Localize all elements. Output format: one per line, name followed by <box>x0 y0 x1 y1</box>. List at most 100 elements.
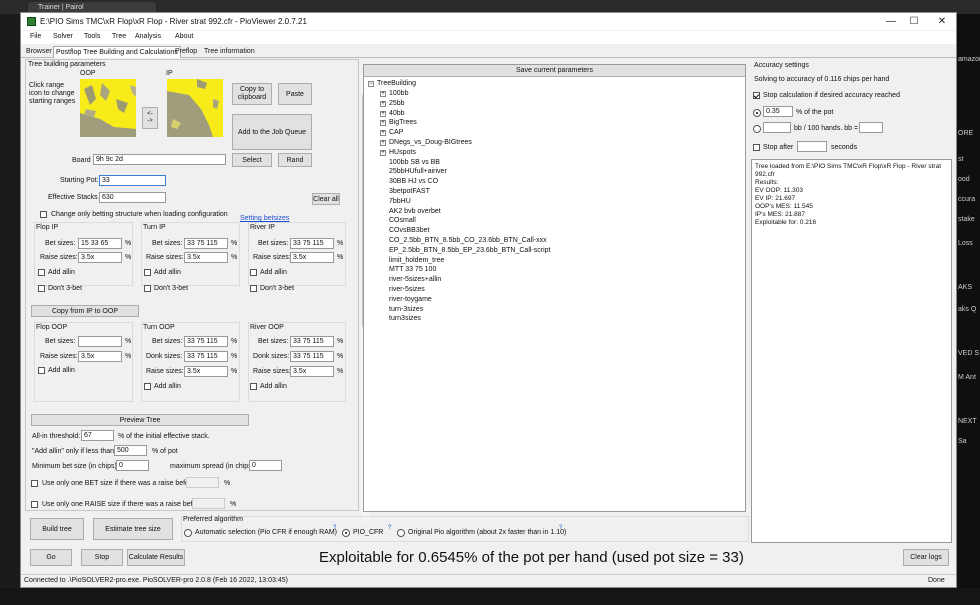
expand-icon[interactable]: + <box>380 120 386 127</box>
tab-tree-information[interactable]: Tree information <box>202 46 257 58</box>
go-button[interactable]: Go <box>30 549 72 566</box>
maximize-button[interactable]: ☐ <box>907 15 921 28</box>
expand-icon[interactable]: + <box>380 100 386 107</box>
turn-oop-raise-input[interactable]: 3.5x <box>184 366 228 377</box>
help-link[interactable]: ? <box>559 525 562 531</box>
tree-file[interactable]: 25bbHUfull+airiver <box>389 168 447 175</box>
flop-ip-raise-input[interactable]: 3.5x <box>78 252 122 263</box>
tab-browser[interactable]: Browser <box>24 46 54 58</box>
bb-value-input[interactable] <box>859 122 883 133</box>
tree-file[interactable]: 7bbHU <box>389 198 411 205</box>
tree-folder[interactable]: 40bb <box>389 110 405 117</box>
pio-cfr-radio[interactable] <box>342 529 350 537</box>
help-link[interactable]: ? <box>388 525 391 531</box>
help-link[interactable]: ? <box>333 525 336 531</box>
river-oop-raise-input[interactable]: 3.5x <box>290 366 334 377</box>
turn-oop-donk-input[interactable]: 33 75 115 <box>184 351 228 362</box>
menu-about[interactable]: About <box>175 33 193 40</box>
change-only-structure-checkbox[interactable] <box>40 211 47 218</box>
tree-file[interactable]: 100bb SB vs BB <box>389 159 440 166</box>
one-bet-size-checkbox[interactable] <box>31 480 38 487</box>
tree-file[interactable]: AK2 bvb overbet <box>389 208 441 215</box>
menu-file[interactable]: File <box>30 33 41 40</box>
expand-icon[interactable]: + <box>380 140 386 146</box>
turn-oop-bet-input[interactable]: 33 75 115 <box>184 336 228 347</box>
auto-selection-radio[interactable] <box>184 529 192 537</box>
build-tree-button[interactable]: Build tree <box>30 518 84 540</box>
bb-100-radio[interactable] <box>753 125 761 133</box>
flop-ip-bet-input[interactable]: 15 33 65 <box>78 238 122 249</box>
turn-ip-bet-input[interactable]: 33 75 115 <box>184 238 228 249</box>
tree-file[interactable]: limit_holdem_tree <box>389 257 444 264</box>
flop-oop-bet-input[interactable] <box>78 336 122 347</box>
tree-file[interactable]: MTT 33 75 100 <box>389 266 436 273</box>
flop-ip-dont-3bet-checkbox[interactable] <box>38 285 45 292</box>
swap-ranges-button[interactable]: <- -> <box>142 107 158 129</box>
tree-folder[interactable]: 100bb <box>389 90 408 97</box>
tree-folder[interactable]: 25bb <box>389 100 405 107</box>
tree-folder[interactable]: BigTrees <box>389 119 417 126</box>
turn-oop-add-allin-checkbox[interactable] <box>144 383 151 390</box>
copy-to-clipboard-button[interactable]: Copy to clipboard <box>232 83 272 105</box>
river-ip-dont-3bet-checkbox[interactable] <box>250 285 257 292</box>
tree-folder[interactable]: DNegs_vs_Doug-BIGtrees <box>389 139 472 146</box>
tree-folder[interactable]: CAP <box>389 129 403 136</box>
expand-icon[interactable]: + <box>380 91 386 97</box>
menu-tools[interactable]: Tools <box>84 33 100 40</box>
tree-file[interactable]: COsmall <box>389 217 416 224</box>
expand-icon[interactable]: + <box>380 130 386 137</box>
tree-file[interactable]: river-5sizes <box>389 286 425 293</box>
tree-folder[interactable]: HUspots <box>389 149 416 156</box>
flop-oop-add-allin-checkbox[interactable] <box>38 367 45 374</box>
river-oop-donk-input[interactable]: 33 75 115 <box>290 351 334 362</box>
menu-tree[interactable]: Tree <box>112 33 126 40</box>
pct-pot-radio[interactable] <box>753 109 761 117</box>
one-raise-size-checkbox[interactable] <box>31 501 38 508</box>
turn-ip-raise-input[interactable]: 3.5x <box>184 252 228 263</box>
clear-all-button[interactable]: Clear all <box>312 193 340 205</box>
board-rand-button[interactable]: Rand <box>278 153 312 167</box>
menu-analysis[interactable]: Analysis <box>135 33 161 40</box>
expand-icon[interactable]: + <box>380 149 386 156</box>
calculate-results-button[interactable]: Calculate Results <box>127 549 185 566</box>
tree-file[interactable]: EP_2.5bb_BTN_8.5bb_EP_23.6bb_BTN_Call-sc… <box>389 247 551 254</box>
original-algorithm-radio[interactable] <box>397 529 405 537</box>
effective-stacks-input[interactable]: 630 <box>99 192 166 203</box>
one-raise-size-input[interactable] <box>192 498 225 509</box>
tree-file[interactable]: 3betpotFAST <box>389 188 430 195</box>
river-oop-add-allin-checkbox[interactable] <box>250 383 257 390</box>
turn-ip-dont-3bet-checkbox[interactable] <box>144 285 151 292</box>
save-current-parameters-button[interactable]: Save current parameters <box>364 65 745 77</box>
setting-betsizes-link[interactable]: Setting betsizes <box>240 215 289 222</box>
ip-range-icon[interactable] <box>167 79 223 137</box>
river-ip-bet-input[interactable]: 33 75 115 <box>290 238 334 249</box>
flop-ip-add-allin-checkbox[interactable] <box>38 269 45 276</box>
turn-ip-add-allin-checkbox[interactable] <box>144 269 151 276</box>
bb-100-input[interactable] <box>763 122 791 133</box>
paste-button[interactable]: Paste <box>278 83 312 105</box>
stop-button[interactable]: Stop <box>81 549 123 566</box>
tree-file[interactable]: river-5sizes+allin <box>389 276 441 283</box>
tree-file[interactable]: CO_2.5bb_BTN_8.5bb_CO_23.6bb_BTN_Call-xx… <box>389 237 547 244</box>
river-ip-add-allin-checkbox[interactable] <box>250 269 257 276</box>
allin-threshold-input[interactable]: 67 <box>81 430 114 441</box>
tab-preflop[interactable]: Preflop <box>173 46 199 58</box>
tree-file[interactable]: river-toygame <box>389 296 432 303</box>
river-oop-bet-input[interactable]: 33 75 115 <box>290 336 334 347</box>
expand-icon[interactable]: + <box>380 110 386 117</box>
board-select-button[interactable]: Select <box>232 153 272 167</box>
min-bet-input[interactable]: 0 <box>116 460 149 471</box>
tree-file[interactable]: 30BB HJ vs CO <box>389 178 438 185</box>
clear-logs-button[interactable]: Clear logs <box>903 549 949 566</box>
tab-postflop-tree-building[interactable]: Postflop Tree Building and Calculations <box>53 46 181 58</box>
pct-pot-input[interactable]: 0.35 <box>763 106 793 117</box>
board-input[interactable]: 9h 9c 2d <box>93 154 226 165</box>
stop-after-input[interactable] <box>797 141 827 152</box>
add-to-job-queue-button[interactable]: Add to the Job Queue <box>232 114 312 150</box>
tree-file[interactable]: turn3sizes <box>389 315 421 322</box>
close-button[interactable]: ✕ <box>935 15 949 28</box>
one-bet-size-input[interactable] <box>186 477 219 488</box>
collapse-icon[interactable]: − <box>368 81 374 87</box>
stop-after-checkbox[interactable] <box>753 144 760 151</box>
tree-root[interactable]: TreeBuilding <box>377 80 416 87</box>
